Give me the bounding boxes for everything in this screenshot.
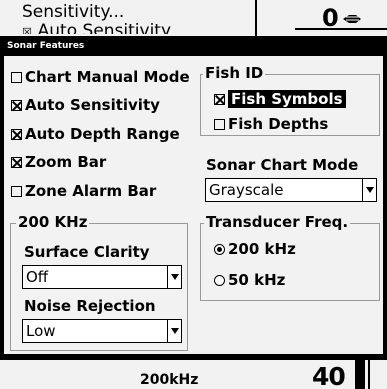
checkbox-checked-icon <box>11 99 22 111</box>
status-edge <box>368 360 387 389</box>
checkbox-checked-icon <box>11 156 22 168</box>
chevron-down-icon[interactable] <box>167 266 181 288</box>
checkbox-icon <box>214 118 225 130</box>
dialog-title: Sonar Features <box>4 38 383 56</box>
noise-rejection-select[interactable]: Low <box>22 319 182 343</box>
checkbox-chart-manual-mode[interactable]: Chart Manual Mode <box>11 68 190 86</box>
surface-clarity-select[interactable]: Off <box>22 265 182 289</box>
checkbox-label: Auto Sensitivity <box>25 96 160 114</box>
menu-item-auto-sensitivity[interactable]: ☒ Auto Sensitivity <box>22 22 171 34</box>
checkbox-auto-depth-range[interactable]: Auto Depth Range <box>11 125 180 143</box>
surface-clarity-label: Surface Clarity <box>24 243 150 261</box>
frequency-readout: 200kHz <box>140 372 199 388</box>
depth-box <box>255 0 387 36</box>
fish-id-title: Fish ID <box>203 64 266 82</box>
sonar-chart-mode-select[interactable]: Grayscale <box>205 178 377 202</box>
noise-rejection-label: Noise Rejection <box>24 297 156 315</box>
depth-readout: 40 <box>312 362 346 389</box>
checkbox-auto-sensitivity[interactable]: Auto Sensitivity <box>11 96 160 114</box>
status-bar: 200kHz 40 <box>0 358 387 389</box>
checkbox-label: Fish Symbols <box>228 90 346 108</box>
radio-50khz[interactable]: 50 kHz <box>214 271 285 289</box>
radio-icon <box>214 274 225 286</box>
checkbox-fish-symbols[interactable]: Fish Symbols <box>214 90 346 108</box>
scale-line <box>295 28 387 30</box>
chevron-down-icon[interactable] <box>167 320 181 342</box>
radio-selected-icon <box>214 243 225 255</box>
sonar-chart-mode-label: Sonar Chart Mode <box>206 156 359 174</box>
radio-200khz[interactable]: 200 kHz <box>214 240 296 258</box>
checkbox-checked-icon <box>11 128 22 140</box>
menu-item-label: Auto Sensitivity <box>37 22 172 34</box>
checkbox-icon <box>11 71 22 83</box>
group-transducer <box>200 223 380 301</box>
checkbox-fish-depths[interactable]: Fish Depths <box>214 115 328 133</box>
radio-label: 200 kHz <box>228 240 296 258</box>
checkbox-label: Auto Depth Range <box>25 125 180 143</box>
checkbox-label: Zone Alarm Bar <box>25 182 157 200</box>
radio-label: 50 kHz <box>228 271 286 289</box>
checkbox-checked-icon <box>214 93 225 105</box>
checkbox-zone-alarm-bar[interactable]: Zone Alarm Bar <box>11 182 156 200</box>
checkbox-label: Fish Depths <box>228 115 329 133</box>
group-200khz-title: 200 KHz <box>16 213 90 231</box>
transducer-title: Transducer Freq. <box>204 213 351 231</box>
fish-icon <box>343 15 361 23</box>
checkbox-label: Chart Manual Mode <box>25 68 190 86</box>
depth-bar <box>355 360 365 389</box>
depth-value: 40 <box>312 362 346 389</box>
menu-item-sensitivity[interactable]: Sensitivity... <box>22 2 124 22</box>
sonar-features-dialog: Sonar Features Chart Manual Mode Auto Se… <box>2 36 385 356</box>
select-value: Off <box>26 268 49 286</box>
chevron-down-icon[interactable] <box>362 179 376 201</box>
checkbox-icon: ☒ <box>22 22 33 34</box>
select-value: Low <box>26 322 56 340</box>
checkbox-icon <box>11 185 22 197</box>
checkbox-label: Zoom Bar <box>25 153 107 171</box>
select-value: Grayscale <box>209 181 284 199</box>
checkbox-zoom-bar[interactable]: Zoom Bar <box>11 153 106 171</box>
